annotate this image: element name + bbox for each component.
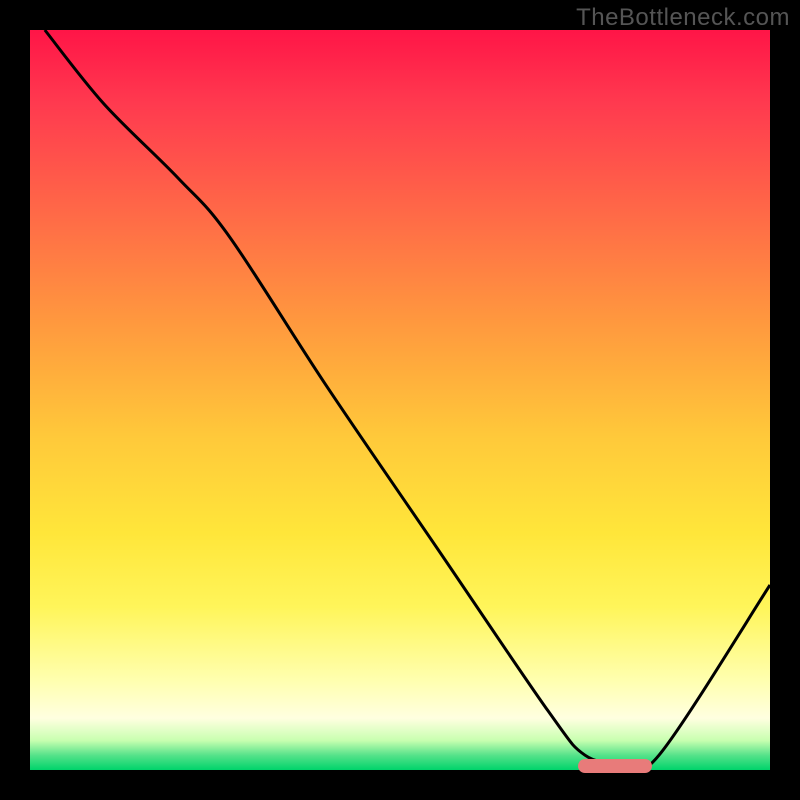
bottleneck-curve (30, 30, 770, 770)
curve-path (45, 30, 770, 771)
chart-container: TheBottleneck.com (0, 0, 800, 800)
watermark-text: TheBottleneck.com (576, 4, 790, 32)
optimal-range-marker (578, 759, 652, 773)
plot-area (30, 30, 770, 770)
